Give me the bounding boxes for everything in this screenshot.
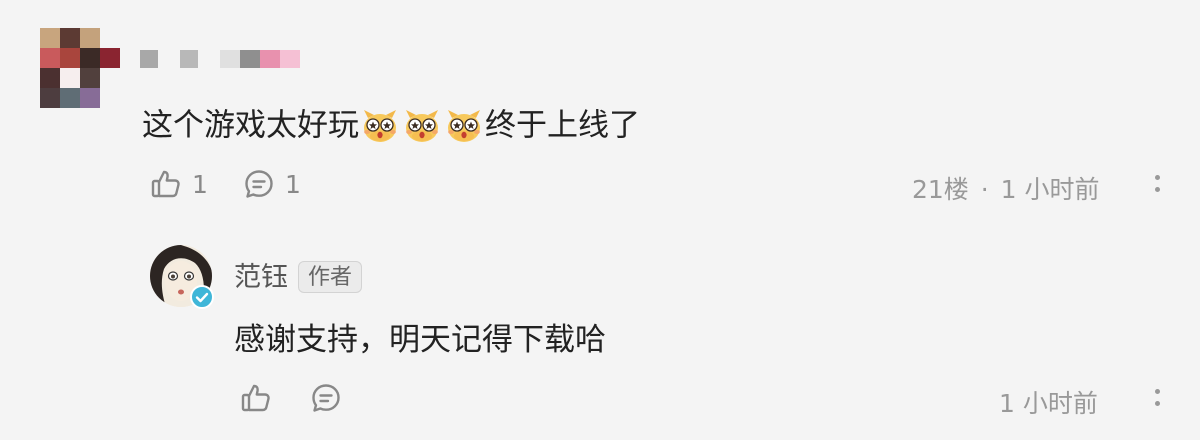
mosaic-cell [60, 68, 80, 88]
meta-separator: · [980, 175, 989, 204]
mosaic-cell [80, 68, 100, 88]
mosaic-cell [40, 68, 60, 88]
comment-time: 1 小时前 [1000, 175, 1100, 204]
star-eyes-emoji-icon [444, 106, 484, 146]
more-options-icon[interactable] [1155, 175, 1161, 199]
floor-number: 21楼 [912, 175, 969, 204]
name-mosaic-cell [280, 50, 300, 68]
comment-text-after: 终于上线了 [485, 107, 640, 144]
like-button[interactable]: 1 [150, 168, 208, 200]
star-eyes-emoji-icon [402, 106, 442, 146]
reply-like-button[interactable] [240, 382, 272, 414]
mosaic-cell [60, 28, 80, 48]
reply-author-name[interactable]: 范钰 [234, 262, 288, 294]
reply-button[interactable]: 1 [243, 168, 301, 200]
name-mosaic-cell [240, 50, 260, 68]
reply-time: 1 小时前 [999, 389, 1098, 418]
more-options-icon[interactable] [1155, 389, 1161, 413]
mosaic-cell [80, 88, 100, 108]
mosaic-cell [100, 28, 120, 48]
comment-icon [245, 170, 273, 198]
comment-meta: 21楼 · 1 小时前 [912, 170, 1100, 206]
name-mosaic-cell [180, 50, 198, 68]
thumbs-up-icon [151, 170, 180, 198]
star-eyes-emoji-icon [360, 106, 400, 146]
mosaic-cell [80, 28, 100, 48]
mosaic-cell [40, 88, 60, 108]
reply-text: 感谢支持，明天记得下载哈 [234, 322, 606, 358]
mosaic-cell [100, 68, 120, 88]
mosaic-cell [100, 88, 120, 108]
verified-badge-icon [190, 285, 214, 309]
name-mosaic-cell [260, 50, 280, 68]
name-mosaic-cell [140, 50, 158, 68]
mosaic-cell [100, 48, 120, 68]
comment-icon [312, 384, 340, 412]
emoji-group [359, 107, 485, 143]
author-badge: 作者 [298, 261, 363, 293]
mosaic-cell [80, 48, 100, 68]
thumbs-up-icon [241, 384, 270, 412]
mosaic-cell [40, 48, 60, 68]
mosaic-cell [40, 28, 60, 48]
mosaic-cell [60, 88, 80, 108]
comment-text-before: 这个游戏太好玩 [142, 107, 359, 144]
reply-comment-button[interactable] [310, 382, 342, 414]
mosaic-cell [60, 48, 80, 68]
reply-count: 1 [285, 169, 301, 199]
commenter-name[interactable] [140, 50, 300, 70]
like-count: 1 [192, 169, 208, 199]
name-mosaic-cell [220, 50, 240, 68]
commenter-avatar[interactable] [40, 28, 120, 110]
comment-text: 这个游戏太好玩 终于上线了 [142, 104, 640, 146]
